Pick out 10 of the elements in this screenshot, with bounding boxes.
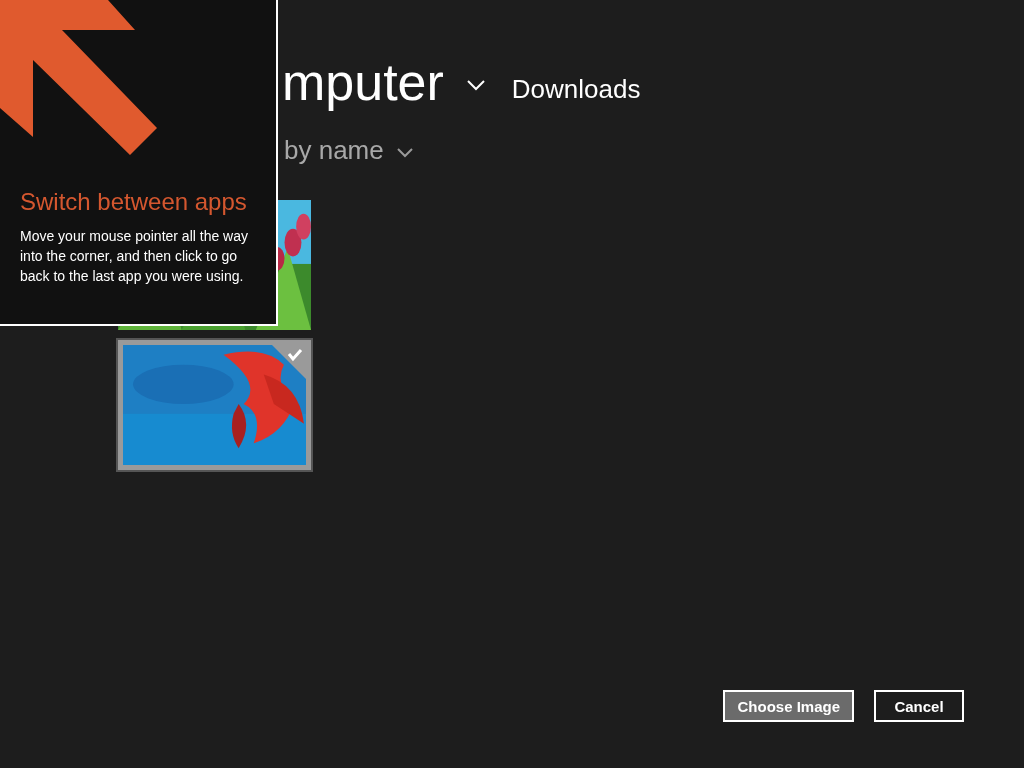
location-title: mputer	[282, 52, 444, 112]
folder-title[interactable]: Downloads	[511, 73, 641, 105]
tip-title: Switch between apps	[20, 188, 248, 216]
checkmark-icon	[272, 345, 306, 379]
sort-label[interactable]: by name	[284, 134, 384, 166]
arrow-icon	[0, 0, 158, 158]
tip-text: Move your mouse pointer all the way into the corner, and then click to go back to the last app you were using.	[20, 227, 249, 286]
dialog-button[interactable]: Choose Image	[723, 690, 854, 722]
chevron-down-icon[interactable]	[395, 146, 414, 158]
dialog-button[interactable]: Cancel	[874, 690, 964, 722]
